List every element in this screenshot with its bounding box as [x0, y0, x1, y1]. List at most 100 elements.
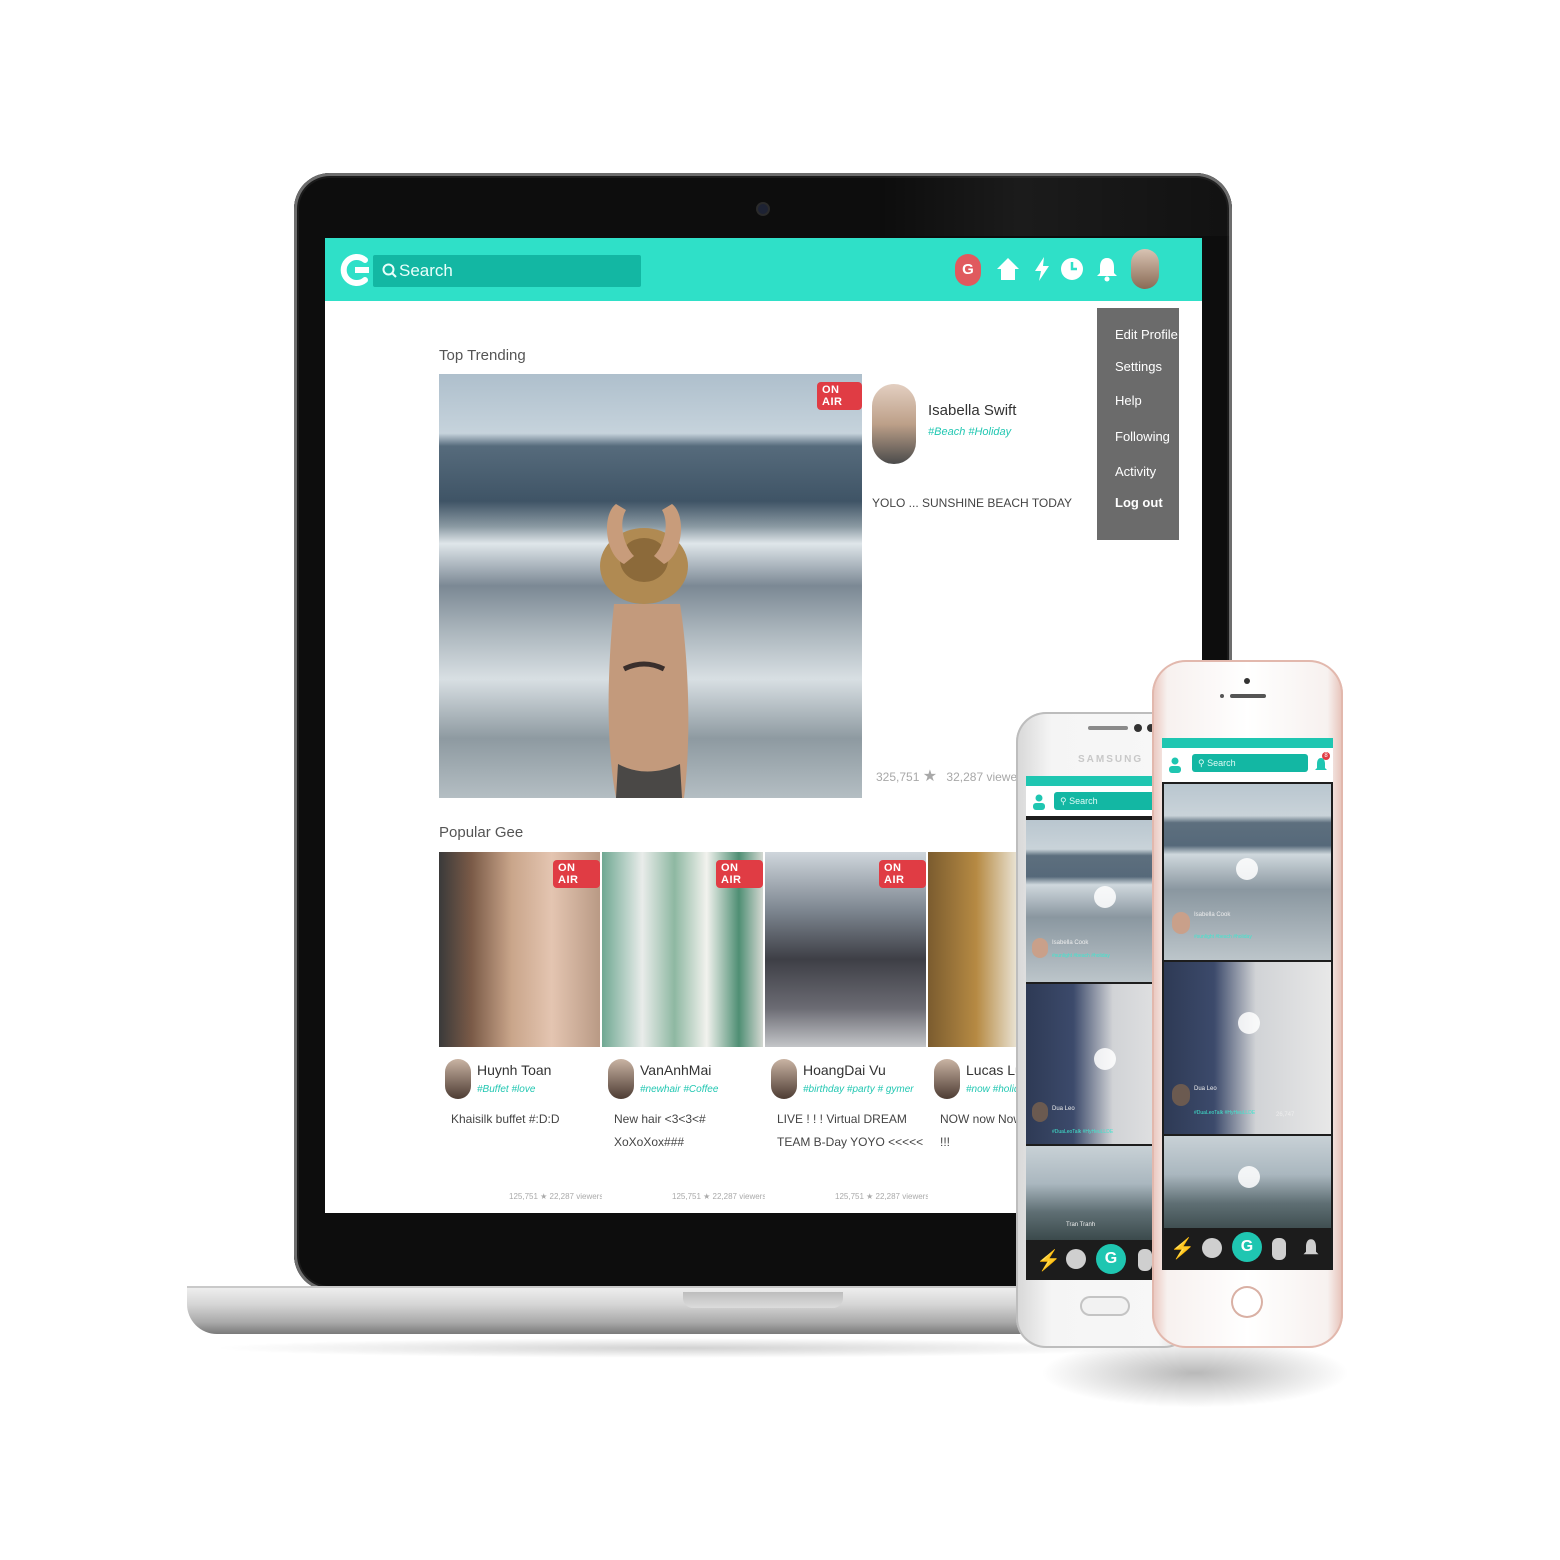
on-air-badge: ON AIR: [553, 860, 600, 888]
user-avatar[interactable]: [1131, 249, 1159, 289]
play-logo-icon: [1238, 1012, 1260, 1034]
avatar: [1172, 1084, 1190, 1106]
section-title-top-trending: Top Trending: [439, 347, 526, 364]
bell-icon[interactable]: [1302, 1238, 1320, 1258]
card-hashtags[interactable]: #newhair #Coffee: [640, 1084, 718, 1095]
feed-item[interactable]: Dua Leo #DuaLeoTalk #HyHeuLLDE 26,747: [1164, 962, 1331, 1134]
feed-user-name: Isabella Cook: [1052, 940, 1089, 946]
card-hashtags[interactable]: #now #holid: [966, 1084, 1019, 1095]
avatar[interactable]: [771, 1059, 797, 1099]
avatar[interactable]: [445, 1059, 471, 1099]
profile-icon[interactable]: [1272, 1238, 1286, 1260]
on-air-badge: ON AIR: [879, 860, 926, 888]
home-icon[interactable]: [994, 255, 1022, 283]
earpiece: [1230, 694, 1266, 698]
lightning-icon[interactable]: ⚡: [1170, 1236, 1195, 1261]
avatar[interactable]: [608, 1059, 634, 1099]
search-icon: ⚲: [1198, 758, 1205, 768]
card-hashtags[interactable]: #Buffet #love: [477, 1084, 535, 1095]
menu-item-following[interactable]: Following: [1115, 429, 1170, 444]
card-thumbnail[interactable]: ON AIR: [602, 852, 763, 1047]
bell-icon[interactable]: [1093, 255, 1121, 283]
mobile-search-placeholder: Search: [1207, 758, 1236, 768]
likes-count: 325,751: [876, 770, 920, 784]
iphone: ⚲ Search 8 Isabella Cook #sunlight #beac…: [1152, 660, 1343, 1348]
trending-video-thumbnail[interactable]: ON AIR: [439, 374, 862, 798]
person-in-sun-hat-image: [600, 504, 689, 798]
feed-user-name: Dua Leo: [1194, 1086, 1217, 1092]
trending-user-name[interactable]: Isabella Swift: [928, 402, 1016, 419]
clock-icon[interactable]: [1202, 1238, 1222, 1258]
card-caption: Khaisilk buffet #:D:D: [451, 1112, 560, 1126]
popular-card[interactable]: ON AIR HoangDai Vu #birthday #party # gy…: [765, 852, 930, 1212]
search-input[interactable]: Search: [373, 255, 641, 287]
popular-card[interactable]: ON AIR Huynh Toan #Buffet #love Khaisilk…: [439, 852, 604, 1212]
card-caption: New hair <3<3<# XoXoXox###: [614, 1112, 706, 1149]
profile-dropdown-menu: Edit Profile Settings Help Following Act…: [1097, 308, 1179, 540]
on-air-badge: ON AIR: [817, 382, 862, 410]
play-logo-icon: [1238, 1166, 1260, 1188]
app-logo-icon[interactable]: [337, 250, 377, 290]
play-logo-icon: [1094, 886, 1116, 908]
mobile-search-input[interactable]: ⚲ Search: [1192, 754, 1308, 772]
card-thumbnail[interactable]: ON AIR: [765, 852, 926, 1047]
samsung-brand-label: SAMSUNG: [1078, 754, 1144, 765]
app-header: Search G: [325, 238, 1202, 301]
feed-item[interactable]: [1164, 1136, 1331, 1232]
lightning-icon[interactable]: [1028, 255, 1056, 283]
home-button[interactable]: [1080, 1296, 1130, 1316]
clock-icon[interactable]: [1058, 255, 1086, 283]
g-logo-badge[interactable]: G: [955, 254, 981, 286]
menu-item-settings[interactable]: Settings: [1115, 359, 1162, 374]
feed-hashtags: #sunlight #beach #holiday: [1052, 953, 1110, 959]
on-air-badge: ON AIR: [716, 860, 763, 888]
trending-hashtags[interactable]: #Beach #Holiday: [928, 426, 1011, 438]
webcam: [758, 204, 768, 214]
lightning-icon[interactable]: ⚡: [1036, 1248, 1061, 1273]
feed-stats: 26,747: [1276, 1112, 1295, 1118]
g-logo-icon[interactable]: G: [1232, 1232, 1262, 1262]
profile-icon[interactable]: [1168, 756, 1182, 774]
front-camera: [1134, 724, 1142, 732]
card-stats: 125,751 ★ 22,287 viewers: [509, 1192, 604, 1201]
menu-item-log-out[interactable]: Log out: [1115, 495, 1163, 510]
feed-item[interactable]: Isabella Cook #sunlight #beach #holiday: [1164, 784, 1331, 960]
home-button[interactable]: [1231, 1286, 1263, 1318]
menu-item-edit-profile[interactable]: Edit Profile: [1115, 327, 1178, 342]
profile-icon[interactable]: [1032, 794, 1046, 810]
phones-shadow: [1040, 1338, 1350, 1408]
card-hashtags[interactable]: #birthday #party # gymer: [803, 1084, 914, 1095]
card-user-name[interactable]: Lucas Lu: [966, 1062, 1023, 1078]
card-stats: 125,751 ★ 22,287 viewers: [672, 1192, 767, 1201]
profile-icon[interactable]: [1138, 1249, 1152, 1271]
menu-item-activity[interactable]: Activity: [1115, 464, 1156, 479]
search-icon: [382, 263, 397, 278]
card-user-name[interactable]: Huynh Toan: [477, 1062, 551, 1078]
laptop-lid-notch: [683, 1292, 843, 1308]
avatar[interactable]: [934, 1059, 960, 1099]
card-stats: 125,751 ★ 22,287 viewers: [835, 1192, 930, 1201]
feed-hashtags: #sunlight #beach #holiday: [1194, 934, 1252, 940]
lid-reflection: [880, 176, 1230, 236]
trending-stats: 325,751 ★ 32,287 viewers: [876, 766, 1027, 786]
card-caption: LIVE ! ! ! Virtual DREAM TEAM B-Day YOYO…: [777, 1112, 924, 1149]
front-camera: [1244, 678, 1250, 684]
clock-icon[interactable]: [1066, 1249, 1086, 1269]
feed-user-name: Isabella Cook: [1194, 912, 1231, 918]
card-user-name[interactable]: VanAnhMai: [640, 1062, 711, 1078]
card-user-name[interactable]: HoangDai Vu: [803, 1062, 886, 1078]
avatar: [1032, 1102, 1048, 1122]
menu-item-help[interactable]: Help: [1115, 393, 1142, 408]
play-logo-icon: [1236, 858, 1258, 880]
popular-card[interactable]: ON AIR VanAnhMai #newhair #Coffee New ha…: [602, 852, 767, 1212]
status-bar: [1162, 738, 1333, 748]
card-thumbnail[interactable]: ON AIR: [439, 852, 600, 1047]
notification-badge: 8: [1322, 752, 1330, 760]
star-icon: ★: [922, 768, 938, 785]
avatar[interactable]: [872, 384, 916, 464]
g-logo-icon[interactable]: G: [1096, 1244, 1126, 1274]
play-logo-icon: [1094, 1048, 1116, 1070]
feed-user-name: Tran Tranh: [1066, 1222, 1096, 1228]
avatar: [1032, 938, 1048, 958]
trending-caption: YOLO ... SUNSHINE BEACH TODAY: [872, 496, 1073, 510]
